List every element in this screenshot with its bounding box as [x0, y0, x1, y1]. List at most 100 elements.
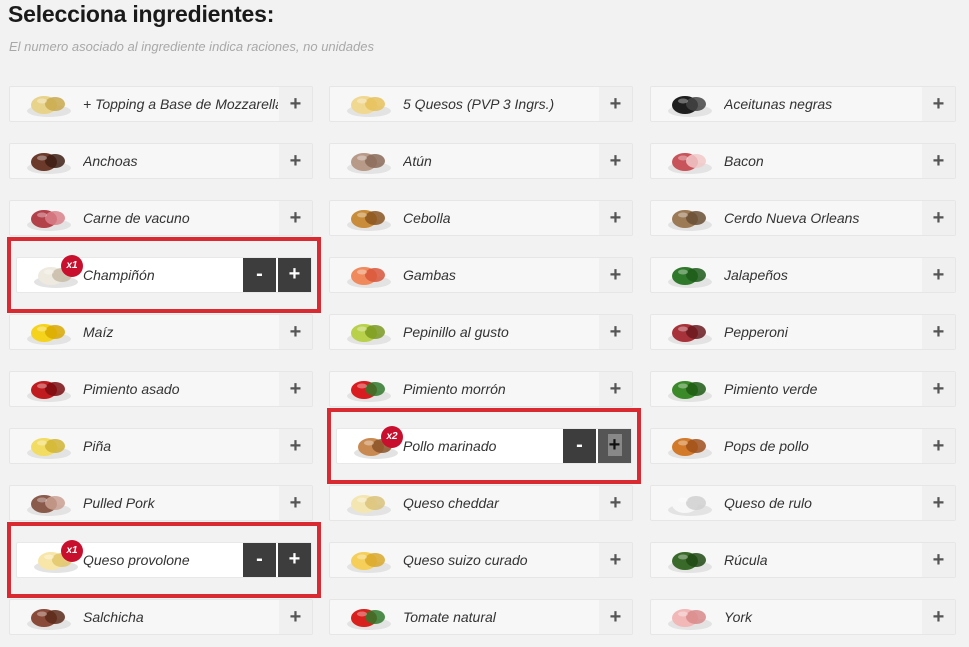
- add-portion-button[interactable]: +: [598, 429, 631, 463]
- red-pepper-icon: [342, 374, 396, 404]
- green-pepper-icon: [663, 374, 717, 404]
- add-ingredient-button[interactable]: +: [599, 315, 632, 349]
- add-ingredient-button[interactable]: +: [922, 258, 955, 292]
- add-ingredient-button[interactable]: +: [279, 429, 312, 463]
- add-ingredient-button[interactable]: +: [922, 600, 955, 634]
- add-ingredient-button[interactable]: +: [599, 201, 632, 235]
- pepperoni-icon: [663, 317, 717, 347]
- ingredient-card-pimiento-verde[interactable]: Pimiento verde +: [650, 371, 956, 407]
- add-ingredient-button[interactable]: +: [279, 201, 312, 235]
- add-ingredient-button[interactable]: +: [279, 315, 312, 349]
- page-subtitle: El numero asociado al ingrediente indica…: [9, 39, 374, 54]
- ingredient-card-tomate-natural[interactable]: Tomate natural +: [329, 599, 633, 635]
- ingredient-card-maiz[interactable]: Maíz +: [9, 314, 313, 350]
- add-ingredient-button[interactable]: +: [599, 258, 632, 292]
- ingredient-card-rucula[interactable]: Rúcula +: [650, 542, 956, 578]
- ingredient-card-queso-cheddar[interactable]: Queso cheddar +: [329, 485, 633, 521]
- pineapple-icon: [22, 431, 76, 461]
- tomato-icon: [342, 602, 396, 632]
- ingredient-card-pimiento-asado[interactable]: Pimiento asado +: [9, 371, 313, 407]
- ingredient-name: Pimiento morrón: [403, 381, 506, 397]
- five-cheeses-icon: [342, 89, 396, 119]
- add-ingredient-button[interactable]: +: [922, 372, 955, 406]
- ingredient-card-queso-de-rulo[interactable]: Queso de rulo +: [650, 485, 956, 521]
- add-ingredient-button[interactable]: +: [599, 486, 632, 520]
- add-ingredient-button[interactable]: +: [279, 486, 312, 520]
- black-olives-icon: [663, 89, 717, 119]
- add-ingredient-button[interactable]: +: [922, 87, 955, 121]
- portion-count-badge: x1: [61, 255, 83, 277]
- ingredient-name: Carne de vacuno: [83, 210, 190, 226]
- ingredient-card-bacon[interactable]: Bacon +: [650, 143, 956, 179]
- arugula-icon: [663, 545, 717, 575]
- add-ingredient-button[interactable]: +: [922, 144, 955, 178]
- ingredient-name: Jalapeños: [724, 267, 788, 283]
- add-ingredient-button[interactable]: +: [599, 600, 632, 634]
- ingredient-card-carne-de-vacuno[interactable]: Carne de vacuno +: [9, 200, 313, 236]
- add-ingredient-button[interactable]: +: [922, 429, 955, 463]
- ingredient-card-pollo-marinado[interactable]: Pollo marinado x2 - +: [336, 426, 632, 464]
- add-ingredient-button[interactable]: +: [922, 486, 955, 520]
- ingredient-name: Pepperoni: [724, 324, 788, 340]
- add-ingredient-button[interactable]: +: [599, 543, 632, 577]
- shrimp-icon: [342, 260, 396, 290]
- ingredient-card-champinon[interactable]: Champiñón x1 - +: [16, 255, 312, 293]
- ingredient-card-pepinillo-al-gusto[interactable]: Pepinillo al gusto +: [329, 314, 633, 350]
- sausage-icon: [22, 602, 76, 632]
- ingredient-name: Piña: [83, 438, 112, 454]
- ingredient-card-jalapenos[interactable]: Jalapeños +: [650, 257, 956, 293]
- corn-icon: [22, 317, 76, 347]
- tuna-icon: [342, 146, 396, 176]
- ingredient-card-pepperoni[interactable]: Pepperoni +: [650, 314, 956, 350]
- remove-portion-button[interactable]: -: [563, 429, 596, 463]
- add-ingredient-button[interactable]: +: [279, 87, 312, 121]
- ingredient-card-cebolla[interactable]: Cebolla +: [329, 200, 633, 236]
- add-ingredient-button[interactable]: +: [599, 87, 632, 121]
- pickle-icon: [342, 317, 396, 347]
- add-ingredient-button[interactable]: +: [922, 315, 955, 349]
- ingredient-card-pulled-pork[interactable]: Pulled Pork +: [9, 485, 313, 521]
- ingredient-card-anchoas[interactable]: Anchoas +: [9, 143, 313, 179]
- ingredient-card-salchicha[interactable]: Salchicha +: [9, 599, 313, 635]
- add-portion-button[interactable]: +: [278, 258, 311, 292]
- remove-portion-button[interactable]: -: [243, 543, 276, 577]
- add-ingredient-button[interactable]: +: [279, 372, 312, 406]
- jalapeno-icon: [663, 260, 717, 290]
- ingredient-card-topping-a-base-de-mozzarella[interactable]: + Topping a Base de Mozzarella +: [9, 86, 313, 122]
- ingredient-card-queso-suizo-curado[interactable]: Queso suizo curado +: [329, 542, 633, 578]
- ingredient-name: Pimiento verde: [724, 381, 818, 397]
- ingredient-name: Queso provolone: [83, 552, 190, 568]
- ingredient-name: Pollo marinado: [403, 438, 497, 454]
- ingredient-card-pina[interactable]: Piña +: [9, 428, 313, 464]
- ingredient-card-5-quesos-pvp-3-ingrs[interactable]: 5 Quesos (PVP 3 Ingrs.) +: [329, 86, 633, 122]
- add-ingredient-button[interactable]: +: [599, 144, 632, 178]
- add-ingredient-button[interactable]: +: [279, 144, 312, 178]
- ingredient-name: Bacon: [724, 153, 764, 169]
- ingredient-name: Aceitunas negras: [724, 96, 833, 112]
- portion-count-badge: x2: [381, 426, 403, 448]
- ham-icon: [663, 602, 717, 632]
- ingredient-card-pimiento-morron[interactable]: Pimiento morrón +: [329, 371, 633, 407]
- ingredient-card-aceitunas-negras[interactable]: Aceitunas negras +: [650, 86, 956, 122]
- pork-icon: [663, 203, 717, 233]
- add-portion-button[interactable]: +: [278, 543, 311, 577]
- add-ingredient-button[interactable]: +: [922, 201, 955, 235]
- ingredient-card-queso-provolone[interactable]: Queso provolone x1 - +: [16, 540, 312, 578]
- ingredient-name: Cerdo Nueva Orleans: [724, 210, 860, 226]
- remove-portion-button[interactable]: -: [243, 258, 276, 292]
- add-ingredient-button[interactable]: +: [922, 543, 955, 577]
- add-ingredient-button[interactable]: +: [599, 372, 632, 406]
- ingredient-card-cerdo-nueva-orleans[interactable]: Cerdo Nueva Orleans +: [650, 200, 956, 236]
- ingredient-name: Maíz: [83, 324, 114, 340]
- ingredient-card-york[interactable]: York +: [650, 599, 956, 635]
- ingredient-card-gambas[interactable]: Gambas +: [329, 257, 633, 293]
- ingredient-name: York: [724, 609, 753, 625]
- pulled-pork-icon: [22, 488, 76, 518]
- ingredient-name: Pops de pollo: [724, 438, 809, 454]
- portion-count-badge: x1: [61, 540, 83, 562]
- ingredient-card-pops-de-pollo[interactable]: Pops de pollo +: [650, 428, 956, 464]
- cheddar-icon: [342, 488, 396, 518]
- add-ingredient-button[interactable]: +: [279, 600, 312, 634]
- ingredient-card-atun[interactable]: Atún +: [329, 143, 633, 179]
- ingredient-name: 5 Quesos (PVP 3 Ingrs.): [403, 96, 555, 112]
